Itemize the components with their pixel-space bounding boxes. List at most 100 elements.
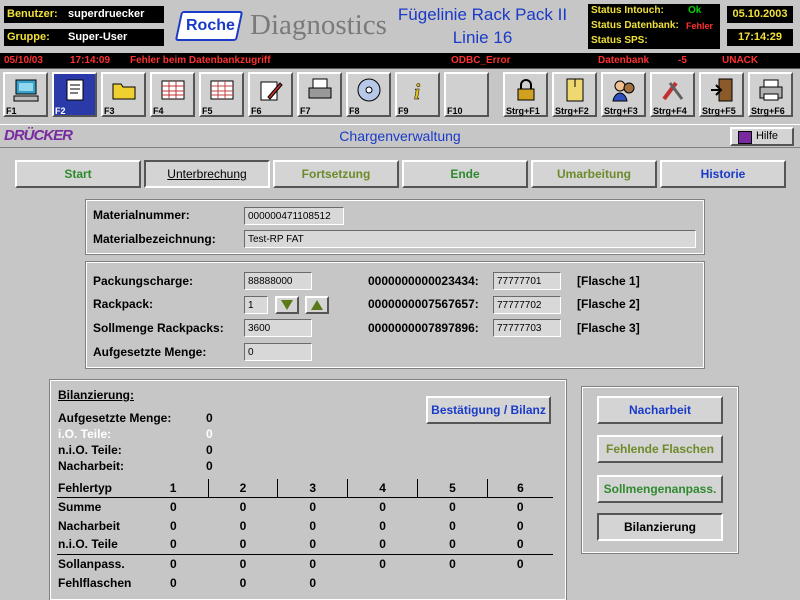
fkey-label: Strg+F2 [555, 106, 589, 116]
fkey-f3[interactable]: F3 [101, 72, 146, 117]
rackpack-field[interactable]: 1 [244, 296, 268, 314]
user-box: Benutzer: superdruecker [4, 6, 164, 23]
table-row: n.i.O. Teile 0 0 0 0 0 0 [57, 535, 553, 554]
table-cell: 0 [379, 518, 386, 533]
side-button-label: Fehlende Flaschen [605, 442, 715, 456]
fkey-strg-f2[interactable]: Strg+F2 [552, 72, 597, 117]
status-intouch: Status Intouch: Ok [588, 4, 720, 19]
fkey-f6[interactable]: F6 [248, 72, 293, 117]
fehler-table-body: Summe 0 0 0 0 0 0 Nacharbeit 0 0 0 0 0 0 n.i.O. Teile 0… [57, 497, 553, 592]
bottle-code: 0000000007567657: [368, 297, 479, 311]
fkey-label: Strg+F4 [653, 106, 687, 116]
aufgesetzte-menge-label: Aufgesetzte Menge: [93, 345, 207, 359]
fkey-f5[interactable]: F5 [199, 72, 244, 117]
fehlende-flaschen-button[interactable]: Fehlende Flaschen [597, 435, 723, 463]
table-cell: 0 [239, 499, 247, 514]
fkey-f2[interactable]: F2 [52, 72, 97, 117]
bottle-field[interactable]: 77777703 [493, 319, 561, 337]
table-cell [487, 573, 553, 592]
fkey-strg-f6[interactable]: Strg+F6 [748, 72, 793, 117]
bottle-field[interactable]: 77777702 [493, 296, 561, 314]
bottle-name: [Flasche 3] [577, 321, 640, 335]
brand-name: Diagnostics [250, 9, 387, 41]
fkey-f7[interactable]: F7 [297, 72, 342, 117]
tab-fortsetzung[interactable]: Fortsetzung [273, 160, 399, 188]
arrow-down-icon [281, 300, 293, 310]
table-cell: 0 [516, 518, 524, 533]
side-button-label: Sollmengenanpass. [603, 482, 717, 496]
edit-icon [260, 81, 283, 101]
table-row: Summe 0 0 0 0 0 0 [57, 497, 553, 516]
fkey-label: Strg+F3 [604, 106, 638, 116]
fkey-label: F1 [6, 106, 17, 116]
fkey-f10[interactable]: F10 [444, 72, 489, 117]
arrow-up-icon [311, 300, 323, 310]
aufgesetzte-menge-field[interactable]: 0 [244, 343, 312, 361]
packing-panel: Packungscharge: 88888000 Rackpack: 1 Sol… [85, 261, 705, 369]
alarm-value: -5 [678, 55, 687, 66]
help-button[interactable]: Hilfe [730, 127, 794, 146]
alarm-message: Fehler beim Datenbankzugriff [130, 55, 271, 66]
tools-icon [662, 81, 684, 101]
sollmenge-field[interactable]: 3600 [244, 319, 312, 337]
function-key-bar: F1 F2 F3 F4 F5 F6 F7 F8 i F9 F10 Strg+F1 [0, 70, 800, 122]
status-sps-label: Status SPS: [591, 35, 648, 46]
tab-start[interactable]: Start [15, 160, 141, 188]
fkey-f8[interactable]: F8 [346, 72, 391, 117]
rackpack-down-button[interactable] [275, 296, 299, 314]
exit-door-icon [711, 78, 733, 102]
header: Benutzer: superdruecker Gruppe: Super-Us… [0, 0, 800, 52]
rackpack-up-button[interactable] [305, 296, 329, 314]
summary-value: 0 [206, 427, 213, 441]
status-datenbank-label: Status Datenbank: [591, 20, 679, 31]
tab-ende[interactable]: Ende [402, 160, 528, 188]
fkey-label: F10 [447, 106, 463, 116]
fkey-f9[interactable]: i F9 [395, 72, 440, 117]
bottle-field[interactable]: 77777701 [493, 272, 561, 290]
row-label: Summe [58, 499, 102, 514]
table-cell: 0 [309, 518, 317, 533]
packungscharge-field[interactable]: 88888000 [244, 272, 312, 290]
fkey-strg-f3[interactable]: Strg+F3 [601, 72, 646, 117]
table-row: Sollanpass. 0 0 0 0 0 0 [57, 554, 553, 573]
table-header-cell: 2 [208, 479, 279, 497]
tab-unterbrechung[interactable]: Unterbrechung [144, 160, 270, 188]
bottle-code: 0000000000023434: [368, 274, 479, 288]
alarm-bar[interactable]: 05/10/03 17:14:09 Fehler beim Datenbankz… [0, 53, 800, 69]
table-header-cell: 3 [277, 479, 349, 497]
nacharbeit-button[interactable]: Nacharbeit [597, 396, 723, 424]
table-cell: 0 [449, 537, 456, 552]
table-header-cell: 1 [138, 479, 209, 497]
tab-umarbeitung[interactable]: Umarbeitung [531, 160, 657, 188]
sollmengenanpass-button[interactable]: Sollmengenanpass. [597, 475, 723, 503]
confirm-bilanz-button[interactable]: Bestätigung / Bilanz [426, 396, 551, 424]
table-cell: 0 [379, 499, 386, 514]
material-number-field[interactable]: 000000471108512 [244, 207, 344, 225]
bottle-name: [Flasche 1] [577, 274, 640, 288]
fkey-f4[interactable]: F4 [150, 72, 195, 117]
book-icon [738, 131, 752, 144]
tab-label: Historie [700, 167, 746, 181]
info-icon: i [414, 79, 422, 103]
lock-icon [517, 79, 535, 101]
fkey-f1[interactable]: F1 [3, 72, 48, 117]
fkey-label: F8 [349, 106, 360, 116]
bilanzierung-button[interactable]: Bilanzierung [597, 513, 723, 541]
group-label: Gruppe: [7, 31, 50, 43]
fkey-strg-f4[interactable]: Strg+F4 [650, 72, 695, 117]
printer-doc-icon [308, 78, 332, 99]
fkey-strg-f5[interactable]: Strg+F5 [699, 72, 744, 117]
help-label: Hilfe [755, 130, 778, 142]
fkey-label: F9 [398, 106, 409, 116]
fkey-strg-f1[interactable]: Strg+F1 [503, 72, 548, 117]
alarm-area: Datenbank [598, 55, 650, 66]
alarm-state: UNACK [722, 55, 759, 66]
bottle-code: 0000000007897896: [368, 321, 479, 335]
material-desc-field[interactable]: Test-RP FAT [244, 230, 696, 248]
folder-icon [112, 83, 136, 100]
row-label: Fehlflaschen [58, 575, 132, 590]
side-button-label: Nacharbeit [628, 403, 692, 417]
fkey-label: Strg+F6 [751, 106, 785, 116]
bilanz-panel: Bilanzierung: Bestätigung / Bilanz Aufge… [49, 379, 567, 600]
tab-historie[interactable]: Historie [660, 160, 786, 188]
